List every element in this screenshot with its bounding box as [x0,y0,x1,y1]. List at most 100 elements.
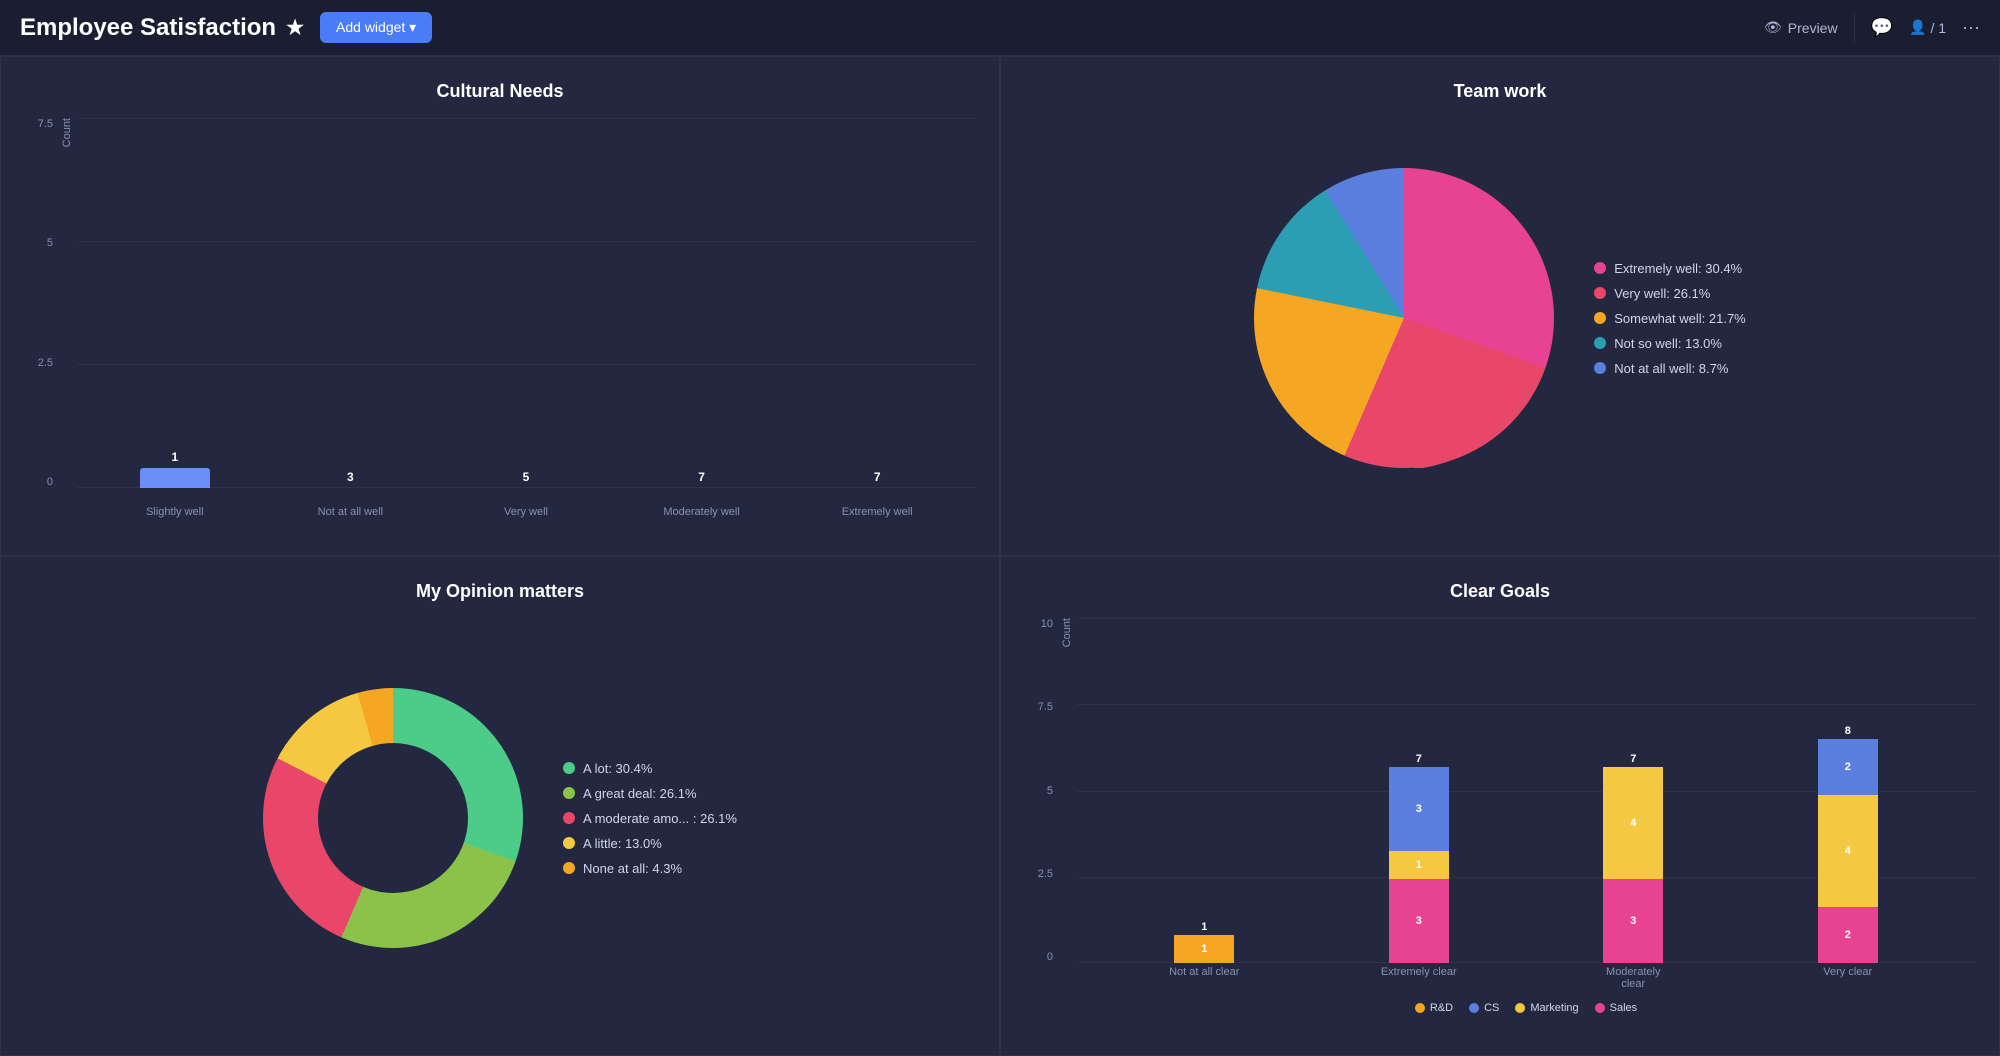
x-label-slightly: Slightly well [135,506,215,518]
sg-x-2: Extremely clear [1379,966,1459,990]
sg-label-rd: R&D [1430,1002,1453,1014]
y-axis-label: Count [61,118,73,147]
add-widget-button[interactable]: Add widget ▾ [320,12,432,43]
sg-bar-4: 2 4 2 [1818,739,1878,963]
sg-seg-rd-1: 1 [1174,935,1234,963]
clear-goals-panel: Clear Goals 10 7.5 5 2.5 0 Count [1000,556,2000,1056]
sg-seg-sales-4: 2 [1818,907,1878,963]
legend-item-very: Very well: 26.1% [1594,286,1746,301]
legend-dot-somewhat [1594,312,1606,324]
legend-label-alot: A lot: 30.4% [583,761,652,776]
pie-area: Extremely well: 30.4% Very well: 26.1% S… [1025,118,1975,518]
sg-legend-cs: CS [1469,1002,1499,1014]
user-icon: 👤 [1909,19,1926,36]
sg-y-10: 10 [1025,618,1053,630]
legend-dot-greatdeal [563,787,575,799]
cultural-needs-title: Cultural Needs [25,81,975,102]
preview-button[interactable]: 👁 Preview [1764,19,1838,36]
x-label-extremely: Extremely well [837,506,917,518]
preview-label: Preview [1788,20,1838,36]
legend-label-notso: Not so well: 13.0% [1614,336,1722,351]
team-work-title: Team work [1025,81,1975,102]
donut-container [263,688,523,948]
sg-total-3: 7 [1630,753,1636,765]
sg-seg-sales-3: 3 [1603,879,1663,963]
user-count: / 1 [1930,20,1946,36]
sg-dot-mkt [1515,1003,1525,1013]
sg-seg-mkt-3: 4 [1603,767,1663,879]
sg-dot-sales [1595,1003,1605,1013]
legend-item-somewhat: Somewhat well: 21.7% [1594,311,1746,326]
legend-label-greatdeal: A great deal: 26.1% [583,786,696,801]
y-label-0: 0 [25,476,53,488]
sg-bar-2: 3 1 3 [1389,767,1449,963]
legend-label-little: A little: 13.0% [583,836,662,851]
opinion-donut [263,688,523,948]
legend-item-alot: A lot: 30.4% [563,761,737,776]
legend-label-notatall: Not at all well: 8.7% [1614,361,1728,376]
sg-x-1: Not at all clear [1164,966,1244,990]
sg-dot-cs [1469,1003,1479,1013]
header: Employee Satisfaction ★ Add widget ▾ 👁 P… [0,0,2000,56]
header-right: 👁 Preview 💬 👤 / 1 ··· [1764,14,1980,42]
cultural-needs-panel: Cultural Needs 7.5 5 2.5 0 Count [0,56,1000,556]
sg-y-25: 2.5 [1025,868,1053,880]
legend-item-extremely: Extremely well: 30.4% [1594,261,1746,276]
legend-dot-notso [1594,337,1606,349]
sg-bar-3: 4 3 [1603,767,1663,963]
sg-label-cs: CS [1484,1002,1499,1014]
more-icon[interactable]: ··· [1962,17,1980,38]
opinion-pie-area: A lot: 30.4% A great deal: 26.1% A moder… [25,618,975,1018]
sg-y-75: 7.5 [1025,701,1053,713]
legend-dot-none [563,862,575,874]
bar-value-moderately: 7 [698,470,705,484]
sg-x-4: Very clear [1808,966,1888,990]
team-work-legend: Extremely well: 30.4% Very well: 26.1% S… [1594,261,1746,376]
team-work-panel: Team work Extremely well: 30.4% [1000,56,2000,556]
legend-dot-moderate [563,812,575,824]
sg-legend-sales: Sales [1595,1002,1638,1014]
bar-value-slightly: 1 [171,450,178,464]
sg-seg-sales-2: 3 [1389,879,1449,963]
sg-y-0: 0 [1025,951,1053,963]
opinion-title: My Opinion matters [25,581,975,602]
user-badge: 👤 / 1 [1909,19,1946,36]
legend-dot-notatall [1594,362,1606,374]
x-label-very: Very well [486,506,566,518]
sg-seg-mkt-2: 1 [1389,851,1449,879]
legend-label-extremely: Extremely well: 30.4% [1614,261,1742,276]
y-label-75: 7.5 [25,118,53,130]
page-title: Employee Satisfaction ★ [20,14,304,42]
sg-total-4: 8 [1845,725,1851,737]
x-label-notatall: Not at all well [310,506,390,518]
legend-label-none: None at all: 4.3% [583,861,682,876]
legend-item-notatall: Not at all well: 8.7% [1594,361,1746,376]
sg-label-mkt: Marketing [1530,1002,1578,1014]
divider [1854,14,1855,42]
legend-item-little: A little: 13.0% [563,836,737,851]
y-label-25: 2.5 [25,357,53,369]
sg-seg-mkt-4: 4 [1818,795,1878,907]
legend-label-very: Very well: 26.1% [1614,286,1710,301]
legend-dot-very [1594,287,1606,299]
legend-item-none: None at all: 4.3% [563,861,737,876]
sg-total-1: 1 [1201,921,1207,933]
team-work-pie [1254,168,1554,468]
sg-seg-cs-4: 2 [1818,739,1878,795]
opinion-legend: A lot: 30.4% A great deal: 26.1% A moder… [563,761,737,876]
bar-slightly [140,468,210,488]
sg-dot-rd [1415,1003,1425,1013]
clear-goals-title: Clear Goals [1025,581,1975,602]
sg-y-axis-label: Count [1061,618,1073,647]
bar-value-extremely: 7 [874,470,881,484]
legend-item-notso: Not so well: 13.0% [1594,336,1746,351]
sg-seg-cs-2: 3 [1389,767,1449,851]
sg-total-2: 7 [1416,753,1422,765]
star-icon[interactable]: ★ [286,15,304,40]
sg-x-3: Moderately clear [1593,966,1673,990]
bar-value-notatall: 3 [347,470,354,484]
title-text: Employee Satisfaction [20,14,276,42]
legend-item-greatdeal: A great deal: 26.1% [563,786,737,801]
opinion-panel: My Opinion matters A lot: 30.4% A great … [0,556,1000,1056]
message-icon[interactable]: 💬 [1871,17,1893,38]
